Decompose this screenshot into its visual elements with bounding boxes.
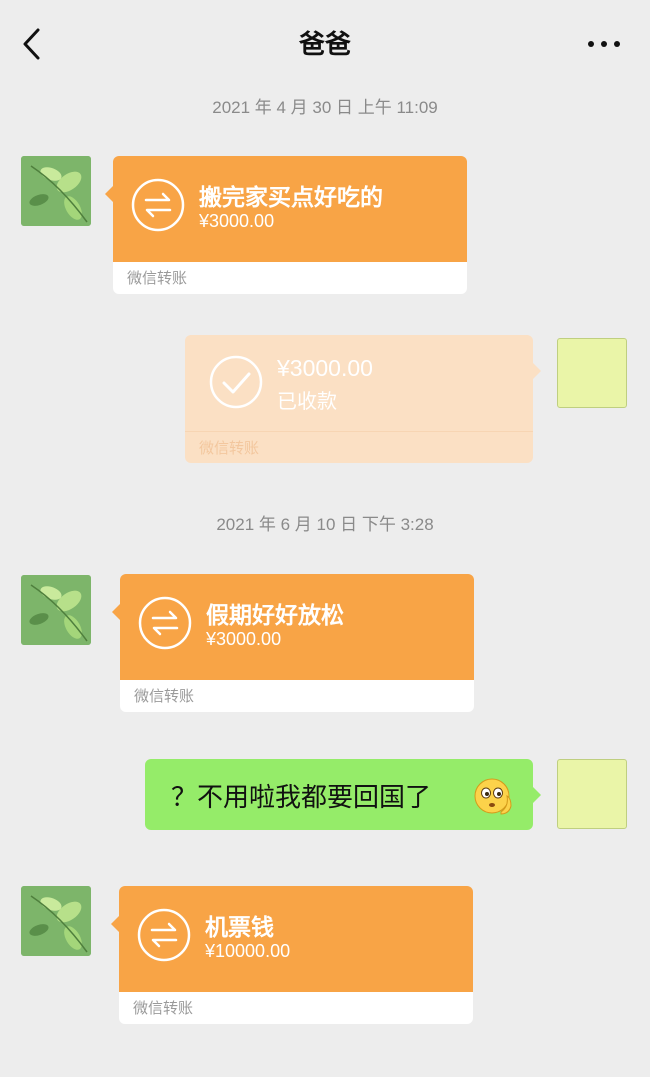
transfer-amount: ¥3000.00 bbox=[277, 355, 373, 381]
message-text: ？不用啦我都要回国了 bbox=[171, 783, 432, 813]
thinking-face-emoji-icon bbox=[474, 778, 512, 815]
transfer-arrows-icon bbox=[137, 908, 191, 962]
bubble-tail bbox=[112, 604, 120, 620]
transfer-footer: 微信转账 bbox=[185, 431, 533, 463]
bubble-tail bbox=[111, 916, 119, 932]
contact-avatar[interactable] bbox=[21, 886, 91, 956]
leaf-avatar-icon bbox=[21, 886, 91, 956]
transfer-card[interactable]: 假期好好放松 ¥3000.00 微信转账 bbox=[112, 574, 474, 712]
leaf-avatar-icon bbox=[21, 575, 91, 645]
contact-avatar[interactable] bbox=[21, 156, 91, 226]
transfer-arrows-icon bbox=[131, 178, 185, 232]
transfer-amount: ¥10000.00 bbox=[205, 941, 291, 961]
bubble-tail bbox=[533, 787, 541, 803]
transfer-status: 已收款 bbox=[277, 389, 337, 413]
leaf-avatar-icon bbox=[21, 156, 91, 226]
text-message-bubble[interactable]: ？不用啦我都要回国了 bbox=[145, 759, 541, 830]
contact-avatar[interactable] bbox=[21, 575, 91, 645]
transfer-title: 搬完家买点好吃的 bbox=[199, 185, 383, 211]
transfer-card[interactable]: 机票钱 ¥10000.00 微信转账 bbox=[111, 886, 473, 1024]
transfer-arrows-icon bbox=[138, 596, 192, 650]
checkmark-circle-icon bbox=[209, 355, 263, 409]
timestamp: 2021 年 6 月 10 日 下午 3:28 bbox=[216, 515, 434, 534]
chat-title: 爸爸 bbox=[298, 30, 351, 60]
transfer-title: 假期好好放松 bbox=[206, 603, 344, 629]
transfer-title: 机票钱 bbox=[205, 915, 274, 941]
transfer-footer: 微信转账 bbox=[113, 262, 467, 294]
bubble-tail bbox=[533, 363, 541, 379]
bubble-tail bbox=[105, 186, 113, 202]
my-avatar[interactable] bbox=[557, 759, 627, 829]
transfer-footer: 微信转账 bbox=[119, 992, 473, 1024]
transfer-footer: 微信转账 bbox=[120, 680, 474, 712]
my-avatar[interactable] bbox=[557, 338, 627, 408]
transfer-amount: ¥3000.00 bbox=[199, 211, 275, 231]
transfer-card[interactable]: 搬完家买点好吃的 ¥3000.00 微信转账 bbox=[105, 156, 467, 294]
more-options-icon[interactable] bbox=[584, 34, 624, 54]
timestamp: 2021 年 4 月 30 日 上午 11:09 bbox=[212, 98, 438, 117]
transfer-received-card[interactable]: ¥3000.00 已收款 微信转账 bbox=[185, 335, 541, 463]
transfer-amount: ¥3000.00 bbox=[206, 629, 282, 649]
